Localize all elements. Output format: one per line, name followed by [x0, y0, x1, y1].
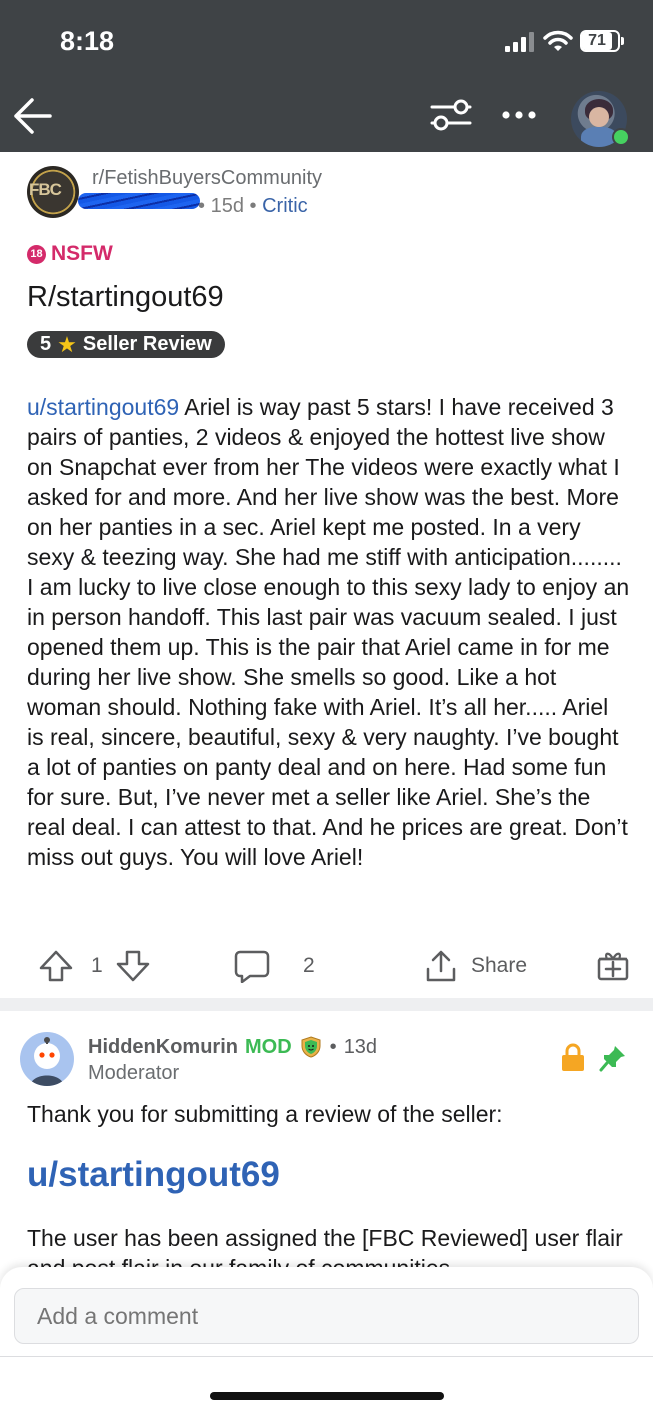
wifi-icon: [543, 30, 573, 51]
status-time: 8:18: [60, 26, 115, 56]
post-meta: • 15d • Critic: [198, 195, 308, 218]
username-redaction: [78, 193, 200, 209]
post-flair[interactable]: 5 ★ Seller Review: [27, 331, 225, 358]
nsfw-label: NSFW: [51, 242, 113, 265]
share-icon: [426, 950, 456, 982]
comment-header: HiddenKomurin MOD • 13d: [88, 1035, 377, 1059]
add-comment-input[interactable]: [14, 1288, 639, 1344]
meta-separator: •: [198, 195, 206, 217]
flair-label: Seller Review: [82, 333, 212, 355]
post-title: R/startingout69: [27, 281, 224, 313]
downvote-icon[interactable]: [115, 949, 151, 983]
battery-tip: [621, 37, 624, 45]
body-user-link[interactable]: u/startingout69: [27, 394, 179, 420]
author-flair: Critic: [262, 195, 308, 217]
share-button[interactable]: Share: [424, 948, 527, 984]
post-body: u/startingout69 Ariel is way past 5 star…: [27, 392, 631, 872]
body-text: Ariel is way past 5 stars! I have receiv…: [27, 394, 630, 870]
comment-author[interactable]: HiddenKomurin: [88, 1036, 238, 1059]
home-indicator: [210, 1392, 444, 1400]
commenter-avatar[interactable]: [20, 1032, 74, 1086]
sliders-icon[interactable]: [430, 97, 472, 133]
post-age: 15d: [210, 195, 244, 217]
comment-group[interactable]: 2: [234, 948, 315, 984]
lock-icon: [562, 1043, 584, 1071]
nsfw-18-icon: 18: [27, 244, 46, 264]
composer-divider: [0, 1356, 653, 1357]
award-icon[interactable]: [596, 948, 630, 982]
upvote-icon[interactable]: [38, 949, 74, 983]
comment-separator: •: [329, 1035, 337, 1058]
section-divider: [0, 998, 653, 1011]
subreddit-avatar[interactable]: FBC: [27, 166, 79, 218]
online-status-dot: [612, 128, 630, 146]
mod-label: MOD: [245, 1035, 292, 1058]
battery-level: 71: [582, 32, 612, 50]
subreddit-avatar-text: FBC: [29, 180, 62, 199]
pin-icon: [599, 1046, 625, 1072]
comment-icon[interactable]: [234, 949, 270, 983]
comment-age: 13d: [343, 1035, 378, 1058]
meta-separator-2: •: [249, 195, 257, 217]
flair-number: 5: [40, 333, 52, 355]
comment-count: 2: [303, 954, 315, 977]
mod-shield-icon: [301, 1036, 321, 1058]
share-label: Share: [471, 954, 528, 977]
vote-count: 1: [91, 954, 103, 977]
comment-role: Moderator: [88, 1062, 180, 1084]
arrow-left-icon[interactable]: [12, 96, 54, 136]
signal-icon: [505, 32, 534, 52]
subreddit-name[interactable]: r/FetishBuyersCommunity: [92, 167, 322, 190]
comment-user-link[interactable]: u/startingout69: [27, 1155, 280, 1195]
comment-text: Thank you for submitting a review of the…: [27, 1101, 503, 1127]
vote-group: 1: [38, 948, 151, 984]
star-icon: ★: [57, 331, 77, 357]
ellipsis-icon[interactable]: [500, 108, 538, 122]
comment-text-continued: The user has been assigned the [FBC Revi…: [27, 1225, 623, 1267]
nsfw-tag: 18 NSFW: [27, 242, 113, 266]
top-bar: [0, 0, 653, 152]
